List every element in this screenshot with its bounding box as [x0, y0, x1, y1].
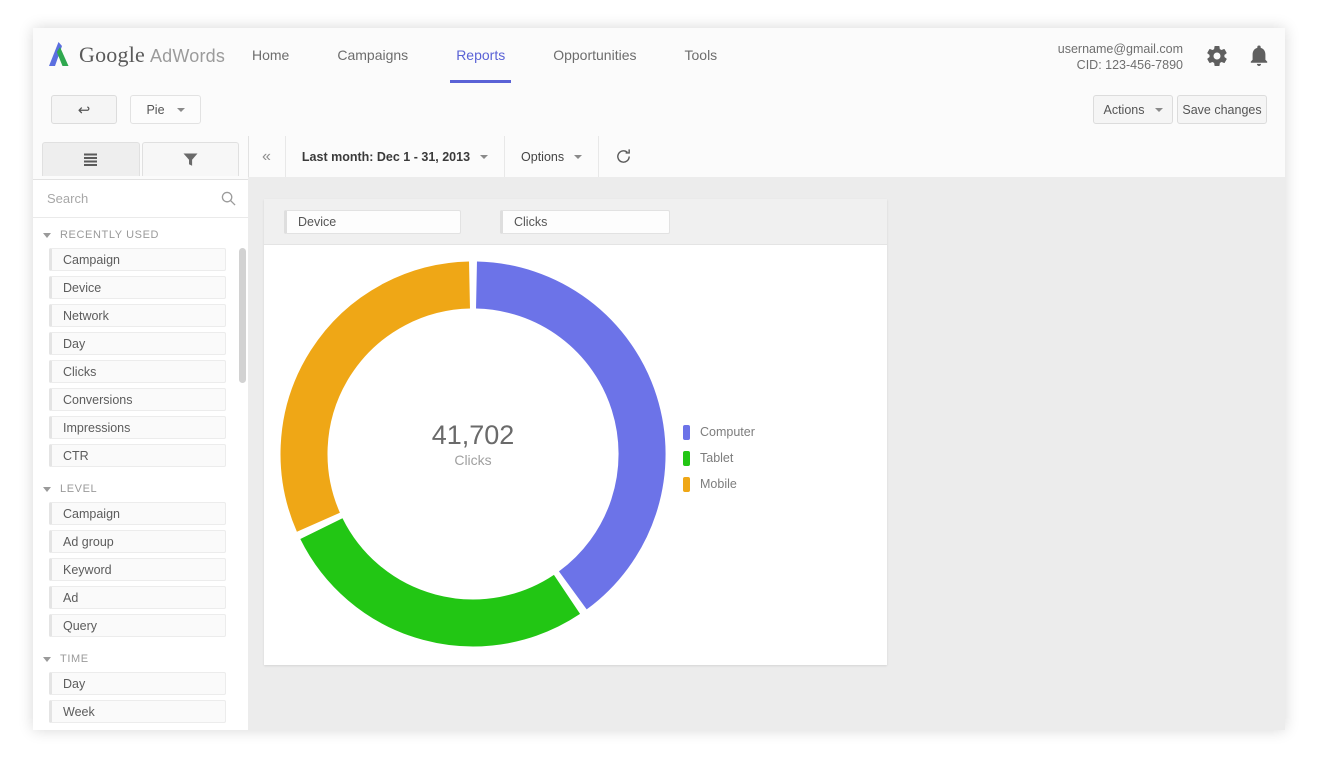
donut-center-label: 41,702 Clicks [396, 420, 550, 468]
collapse-sidebar-button[interactable]: « [248, 136, 286, 177]
sidebar-tab-fields[interactable] [42, 142, 140, 176]
nav-item-opportunities[interactable]: Opportunities [529, 28, 660, 83]
sidebar-field-list[interactable]: RECENTLY USED Campaign Device Network Da… [33, 218, 248, 730]
sidebar-group-level[interactable]: LEVEL [33, 472, 248, 502]
chevron-down-icon [176, 107, 185, 112]
sidebar-item-ctr[interactable]: CTR [49, 444, 226, 467]
sidebar-item-day[interactable]: Day [49, 332, 226, 355]
date-range-selector[interactable]: Last month: Dec 1 - 31, 2013 [286, 136, 506, 177]
brand-google: Google [79, 42, 145, 67]
dropzone-dimension[interactable]: Device [284, 209, 461, 234]
legend-swatch-computer [683, 424, 690, 440]
sidebar-scrollbar[interactable] [239, 248, 246, 383]
sidebar-item-clicks[interactable]: Clicks [49, 360, 226, 383]
legend-item-mobile[interactable]: Mobile [683, 471, 755, 497]
legend-item-tablet[interactable]: Tablet [683, 445, 755, 471]
sidebar-tab-filters[interactable] [141, 142, 239, 176]
main-nav-links: Home Campaigns Reports Opportunities Too… [228, 28, 741, 83]
legend-swatch-tablet [683, 450, 690, 466]
nav-item-campaigns[interactable]: Campaigns [313, 28, 432, 83]
bell-icon[interactable] [1247, 44, 1271, 68]
list-icon [84, 153, 98, 166]
top-navigation-bar: Google AdWords Home Campaigns Reports Opp… [33, 28, 1285, 84]
action-bar: ↩ Pie Actions Save changes [33, 83, 1285, 137]
sidebar-item-network[interactable]: Network [49, 304, 226, 327]
donut-center-value: 41,702 [431, 420, 515, 450]
date-range-label: Last month: Dec 1 - 31, 2013 [301, 149, 471, 164]
legend-swatch-mobile [683, 476, 690, 492]
donut-segment-tablet[interactable] [300, 517, 581, 647]
chart-legend: Computer Tablet Mobile [683, 419, 755, 497]
chevron-down-icon [480, 154, 489, 159]
nav-item-reports[interactable]: Reports [432, 28, 529, 83]
gear-icon[interactable] [1205, 44, 1229, 68]
chevron-down-icon [1154, 107, 1163, 112]
refresh-icon [617, 149, 630, 163]
chevron-down-icon [574, 154, 583, 159]
adwords-logo[interactable]: Google AdWords [47, 40, 225, 70]
report-canvas: Device Clicks 41,702 Clicks Computer Tab… [248, 177, 1285, 730]
sidebar-item-level-query[interactable]: Query [49, 614, 226, 637]
account-cid: CID: 123-456-7890 [1076, 58, 1183, 72]
search-icon [221, 191, 236, 206]
brand-product: AdWords [149, 46, 226, 66]
options-dropdown[interactable]: Options [505, 136, 600, 177]
legend-label-computer: Computer [700, 425, 755, 439]
left-sidebar: RECENTLY USED Campaign Device Network Da… [33, 136, 249, 730]
nav-item-home[interactable]: Home [228, 28, 313, 83]
sidebar-tabs [33, 136, 248, 180]
sidebar-item-device[interactable]: Device [49, 276, 226, 299]
legend-label-tablet: Tablet [700, 451, 734, 465]
donut-segment-mobile[interactable] [280, 261, 471, 532]
actions-label: Actions [1103, 102, 1145, 117]
legend-label-mobile: Mobile [700, 477, 737, 491]
sidebar-item-level-ad-group[interactable]: Ad group [49, 530, 226, 553]
sidebar-group-label: TIME [60, 653, 89, 665]
brand-text: Google AdWords [79, 44, 225, 66]
save-changes-button[interactable]: Save changes [1177, 95, 1267, 124]
sidebar-item-level-ad[interactable]: Ad [49, 586, 226, 609]
sidebar-item-campaign[interactable]: Campaign [49, 248, 226, 271]
app-window: Google AdWords Home Campaigns Reports Opp… [33, 28, 1285, 730]
sidebar-item-time-day[interactable]: Day [49, 672, 226, 695]
sidebar-item-level-keyword[interactable]: Keyword [49, 558, 226, 581]
nav-item-tools[interactable]: Tools [661, 28, 742, 83]
refresh-button[interactable] [599, 136, 648, 177]
sidebar-item-conversions[interactable]: Conversions [49, 388, 226, 411]
dropzone-row: Device Clicks [264, 199, 887, 245]
sidebar-item-impressions[interactable]: Impressions [49, 416, 226, 439]
sidebar-group-label: RECENTLY USED [60, 229, 160, 241]
actions-dropdown[interactable]: Actions [1093, 95, 1173, 124]
report-toolbar: « Last month: Dec 1 - 31, 2013 Options [248, 136, 1285, 178]
chevron-down-icon [43, 232, 51, 238]
screen: Google AdWords Home Campaigns Reports Opp… [0, 0, 1318, 757]
options-label: Options [521, 149, 565, 164]
sidebar-group-recently-used[interactable]: RECENTLY USED [33, 218, 248, 248]
chart-type-label: Pie [146, 102, 165, 117]
sidebar-item-time-week[interactable]: Week [49, 700, 226, 723]
chevron-down-icon [43, 656, 51, 662]
donut-center-metric: Clicks [454, 452, 492, 468]
sidebar-group-time[interactable]: TIME [33, 642, 248, 672]
adwords-logo-icon [49, 42, 69, 66]
chart-type-dropdown[interactable]: Pie [130, 95, 201, 124]
account-info: username@gmail.com CID: 123-456-7890 [1058, 41, 1183, 73]
report-card: Device Clicks 41,702 Clicks Computer Tab… [264, 199, 887, 665]
sidebar-item-level-campaign[interactable]: Campaign [49, 502, 226, 525]
chevron-down-icon [43, 486, 51, 492]
legend-item-computer[interactable]: Computer [683, 419, 755, 445]
account-email: username@gmail.com [1057, 42, 1183, 56]
donut-chart-svg [280, 261, 666, 647]
search-input[interactable] [45, 190, 219, 207]
donut-chart: 41,702 Clicks Computer Tablet Mobile [264, 245, 887, 665]
sidebar-group-label: LEVEL [60, 483, 98, 495]
filter-icon [183, 153, 198, 166]
back-button[interactable]: ↩ [51, 95, 117, 124]
dropzone-metric[interactable]: Clicks [500, 209, 670, 234]
sidebar-search-row[interactable] [33, 180, 248, 218]
